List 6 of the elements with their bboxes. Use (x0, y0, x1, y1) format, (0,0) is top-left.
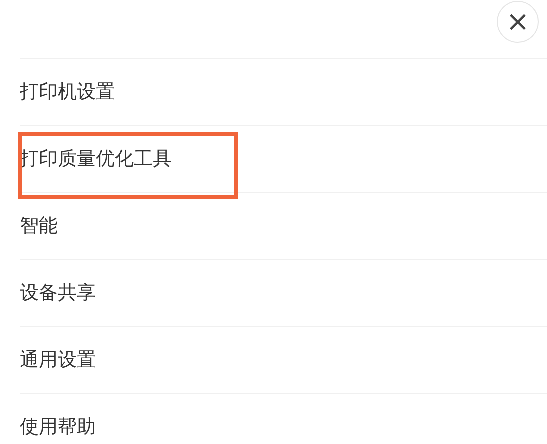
menu-item[interactable]: 智能 (20, 212, 58, 240)
menu-item[interactable]: 打印机设置 (20, 78, 115, 106)
close-button[interactable]: × (497, 1, 539, 43)
menu-item[interactable]: 通用设置 (20, 346, 96, 374)
menu-item[interactable]: 设备共享 (20, 278, 96, 308)
menu-item[interactable]: 使用帮助 (20, 412, 96, 442)
